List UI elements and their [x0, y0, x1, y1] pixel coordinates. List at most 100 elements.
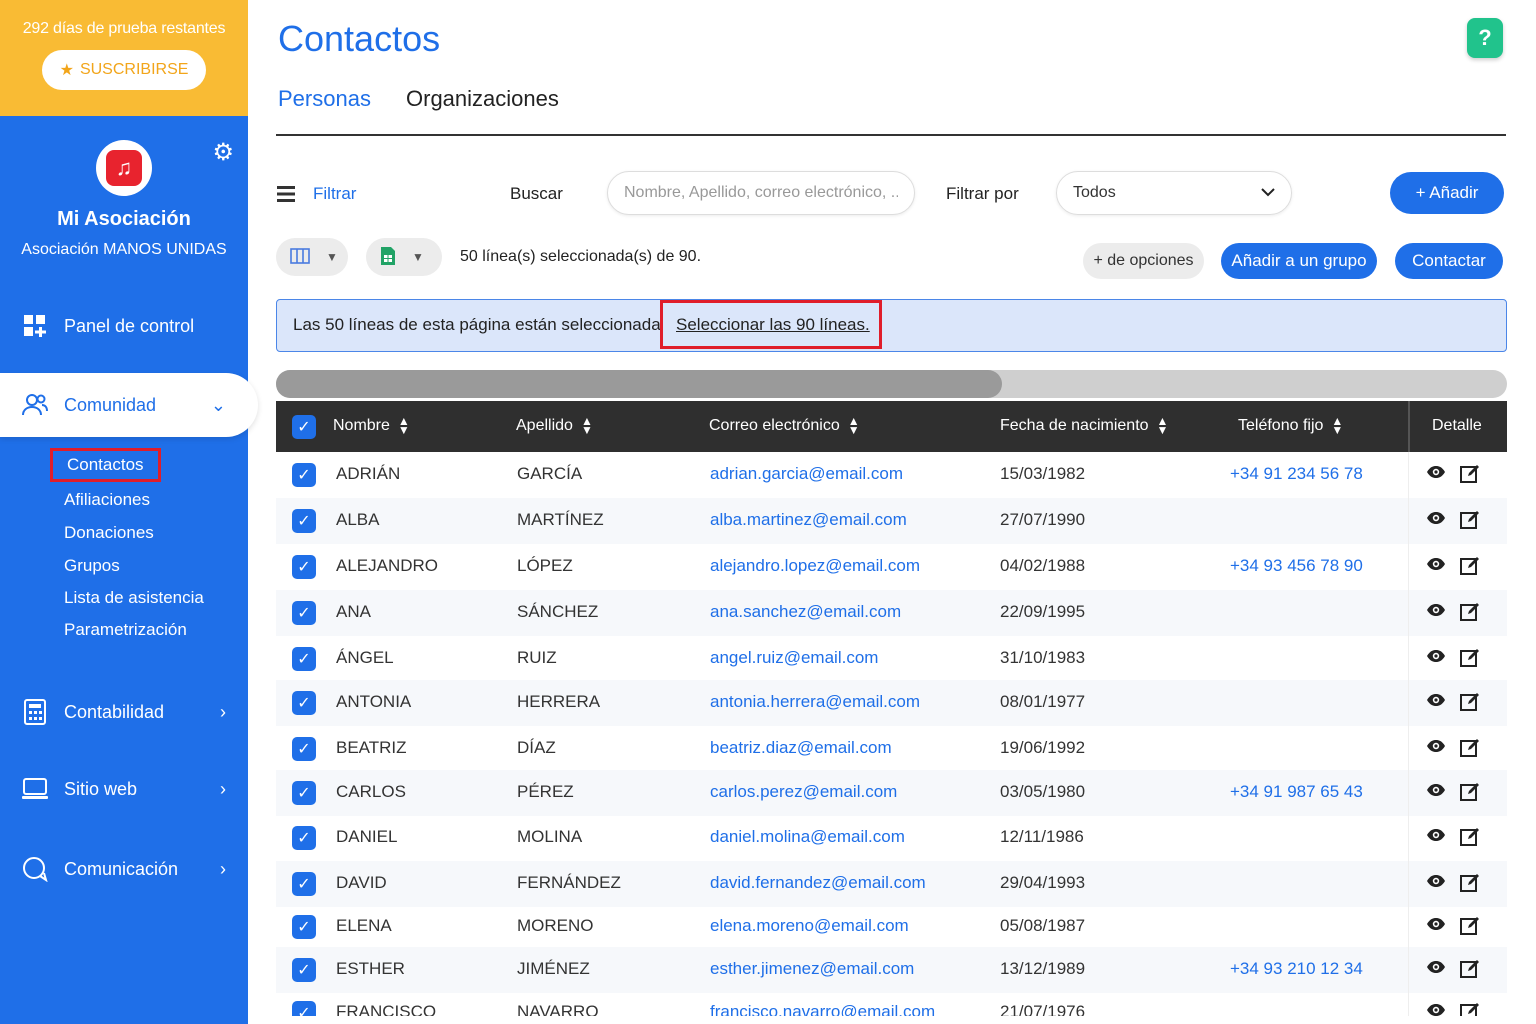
edit-icon[interactable] [1460, 738, 1480, 763]
eye-icon[interactable] [1426, 873, 1446, 893]
subnav-afiliaciones[interactable]: Afiliaciones [64, 490, 150, 510]
table-row[interactable]: ✓ ESTHER JIMÉNEZ esther.jimenez@email.com 13… [276, 947, 1507, 993]
contact-button[interactable]: Contactar [1395, 243, 1503, 279]
row-checkbox[interactable]: ✓ [292, 737, 316, 761]
columns-toggle-button[interactable]: ▼ [276, 238, 348, 276]
row-checkbox[interactable]: ✓ [292, 958, 316, 982]
col-fecha[interactable]: Fecha de nacimiento ▲ ▼ [1000, 415, 1168, 436]
row-checkbox[interactable]: ✓ [292, 647, 316, 671]
nav-comunidad[interactable]: Comunidad ⌄ [0, 373, 258, 437]
subnav-grupos[interactable]: Grupos [64, 556, 120, 576]
filter-button[interactable]: Filtrar [313, 184, 356, 204]
nav-sitio-web[interactable]: Sitio web › [0, 757, 248, 821]
cell-email-link[interactable]: daniel.molina@email.com [710, 827, 905, 847]
subscribe-button[interactable]: ★ SUSCRIBIRSE [41, 50, 207, 90]
eye-icon[interactable] [1426, 464, 1446, 484]
cell-email-link[interactable]: angel.ruiz@email.com [710, 648, 878, 668]
col-nombre[interactable]: Nombre ▲ ▼ [333, 415, 410, 436]
cell-telefono-link[interactable]: +34 91 987 65 43 [1230, 782, 1363, 802]
gear-icon[interactable]: ⚙ [212, 138, 234, 167]
row-checkbox[interactable]: ✓ [292, 781, 316, 805]
cell-email-link[interactable]: antonia.herrera@email.com [710, 692, 920, 712]
row-checkbox[interactable]: ✓ [292, 509, 316, 533]
col-email[interactable]: Correo electrónico ▲ ▼ [709, 415, 860, 436]
eye-icon[interactable] [1426, 959, 1446, 979]
add-button[interactable]: + Añadir [1390, 172, 1504, 214]
more-options-button[interactable]: + de opciones [1083, 243, 1204, 279]
subnav-parametrizacion[interactable]: Parametrización [64, 620, 187, 640]
eye-icon[interactable] [1426, 827, 1446, 847]
edit-icon[interactable] [1460, 959, 1480, 984]
cell-email-link[interactable]: esther.jimenez@email.com [710, 959, 914, 979]
add-to-group-button[interactable]: Añadir a un grupo [1221, 243, 1377, 279]
export-button[interactable]: ▼ [366, 238, 442, 276]
cell-email-link[interactable]: carlos.perez@email.com [710, 782, 897, 802]
col-telefono[interactable]: Teléfono fijo ▲ ▼ [1238, 415, 1343, 436]
cell-telefono-link[interactable]: +34 93 456 78 90 [1230, 556, 1363, 576]
row-checkbox[interactable]: ✓ [292, 555, 316, 579]
scrollbar-thumb[interactable] [276, 370, 1002, 398]
edit-icon[interactable] [1460, 510, 1480, 535]
row-checkbox[interactable]: ✓ [292, 691, 316, 715]
table-row[interactable]: ✓ DANIEL MOLINA daniel.molina@email.com 12/1… [276, 815, 1507, 861]
eye-icon[interactable] [1426, 782, 1446, 802]
col-apellido[interactable]: Apellido ▲ ▼ [516, 415, 593, 436]
eye-icon[interactable] [1426, 738, 1446, 758]
nav-panel-de-control[interactable]: Panel de control [0, 294, 248, 358]
edit-icon[interactable] [1460, 782, 1480, 807]
eye-icon[interactable] [1426, 556, 1446, 576]
table-row[interactable]: ✓ ALBA MARTÍNEZ alba.martinez@email.com 27/0… [276, 498, 1507, 544]
edit-icon[interactable] [1460, 692, 1480, 717]
edit-icon[interactable] [1460, 827, 1480, 852]
cell-telefono-link[interactable]: +34 91 234 56 78 [1230, 464, 1363, 484]
table-row[interactable]: ✓ ADRIÁN GARCÍA adrian.garcia@email.com 15/0… [276, 452, 1507, 498]
edit-icon[interactable] [1460, 556, 1480, 581]
cell-email-link[interactable]: david.fernandez@email.com [710, 873, 926, 893]
cell-email-link[interactable]: francisco.navarro@email.com [710, 1002, 935, 1016]
row-checkbox[interactable]: ✓ [292, 1001, 316, 1016]
edit-icon[interactable] [1460, 648, 1480, 673]
help-button[interactable]: ? [1467, 18, 1503, 58]
subnav-lista-asistencia[interactable]: Lista de asistencia [64, 588, 204, 608]
edit-icon[interactable] [1460, 464, 1480, 489]
edit-icon[interactable] [1460, 916, 1480, 941]
table-row[interactable]: ✓ ELENA MORENO elena.moreno@email.com 05/08/… [276, 904, 1507, 950]
tab-organizaciones[interactable]: Organizaciones [406, 86, 559, 112]
cell-email-link[interactable]: ana.sanchez@email.com [710, 602, 901, 622]
select-all-link[interactable]: Seleccionar las 90 líneas. [660, 300, 882, 349]
eye-icon[interactable] [1426, 648, 1446, 668]
org-avatar[interactable]: ♫ [96, 140, 152, 196]
cell-email-link[interactable]: adrian.garcia@email.com [710, 464, 903, 484]
cell-email-link[interactable]: beatriz.diaz@email.com [710, 738, 892, 758]
select-all-checkbox[interactable]: ✓ [292, 415, 316, 439]
row-checkbox[interactable]: ✓ [292, 872, 316, 896]
table-row[interactable]: ✓ ANTONIA HERRERA antonia.herrera@email.com… [276, 680, 1507, 726]
table-row[interactable]: ✓ ALEJANDRO LÓPEZ alejandro.lopez@email.com… [276, 544, 1507, 590]
subnav-contactos[interactable]: Contactos [50, 448, 161, 482]
tab-personas[interactable]: Personas [278, 86, 371, 112]
edit-icon[interactable] [1460, 602, 1480, 627]
cell-email-link[interactable]: alba.martinez@email.com [710, 510, 907, 530]
cell-email-link[interactable]: alejandro.lopez@email.com [710, 556, 920, 576]
cell-email-link[interactable]: elena.moreno@email.com [710, 916, 909, 936]
table-row[interactable]: ✓ CARLOS PÉREZ carlos.perez@email.com 03/05/… [276, 770, 1507, 816]
eye-icon[interactable] [1426, 1002, 1446, 1016]
table-row[interactable]: ✓ ANA SÁNCHEZ ana.sanchez@email.com 22/09/19… [276, 590, 1507, 636]
nav-comunicacion[interactable]: Comunicación › [0, 837, 248, 901]
row-checkbox[interactable]: ✓ [292, 463, 316, 487]
eye-icon[interactable] [1426, 510, 1446, 530]
table-row[interactable]: ✓ BEATRIZ DÍAZ beatriz.diaz@email.com 19/06/… [276, 726, 1507, 772]
nav-contabilidad[interactable]: Contabilidad › [0, 680, 248, 744]
eye-icon[interactable] [1426, 916, 1446, 936]
row-checkbox[interactable]: ✓ [292, 915, 316, 939]
cell-telefono-link[interactable]: +34 93 210 12 34 [1230, 959, 1363, 979]
table-row[interactable]: ✓ FRANCISCO NAVARRO francisco.navarro@email… [276, 990, 1507, 1016]
table-row[interactable]: ✓ ÁNGEL RUIZ angel.ruiz@email.com 31/10/1983 [276, 636, 1507, 682]
row-checkbox[interactable]: ✓ [292, 601, 316, 625]
filter-select[interactable]: Todos [1056, 171, 1292, 215]
eye-icon[interactable] [1426, 602, 1446, 622]
edit-icon[interactable] [1460, 873, 1480, 898]
horizontal-scrollbar[interactable] [276, 370, 1507, 398]
subnav-donaciones[interactable]: Donaciones [64, 523, 154, 543]
table-row[interactable]: ✓ DAVID FERNÁNDEZ david.fernandez@email.com… [276, 861, 1507, 907]
